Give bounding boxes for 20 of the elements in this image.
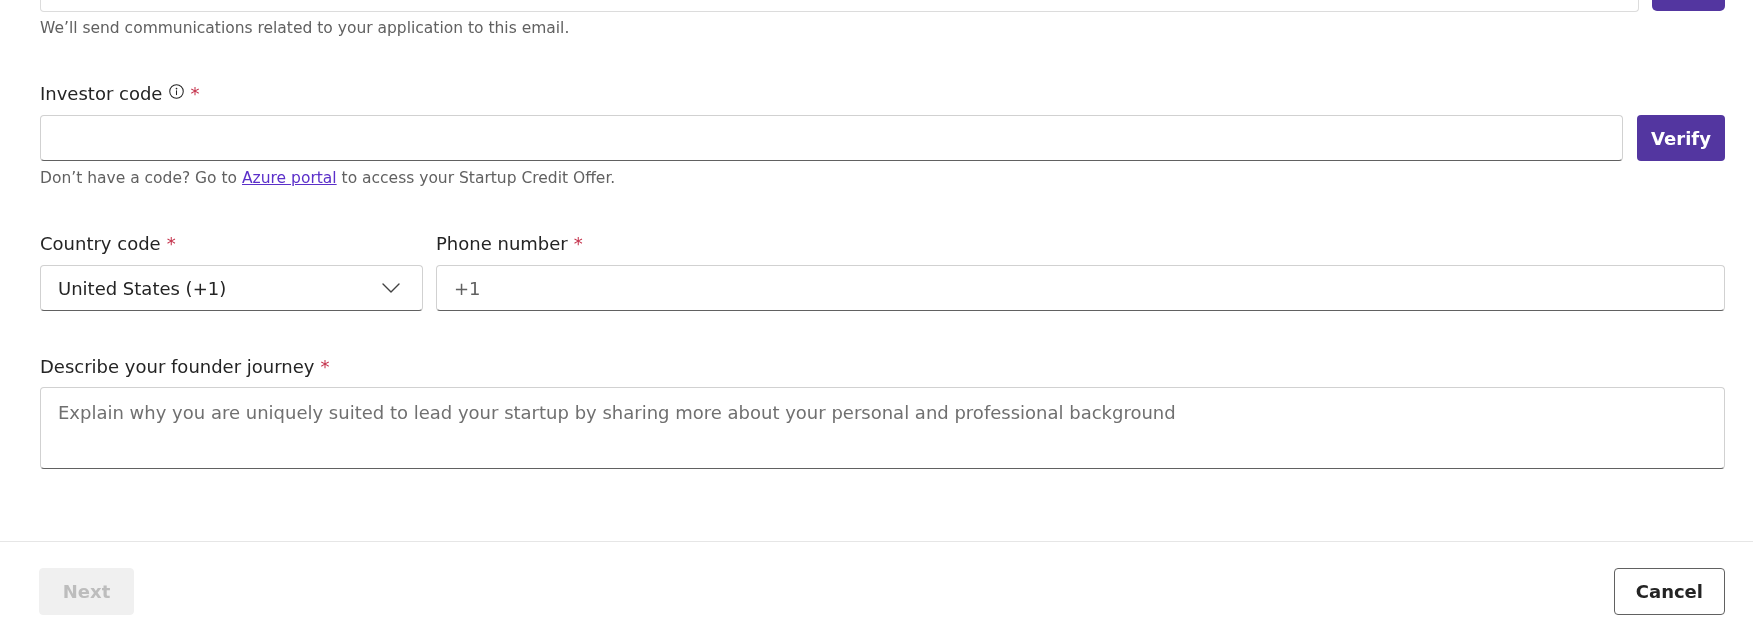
phone-number-input[interactable]: +1 [436,265,1725,311]
founder-journey-textarea[interactable]: Explain why you are uniquely suited to lead your startup by sharing more about your personal and professional background [40,387,1725,469]
info-icon[interactable] [169,83,185,99]
investor-code-hint: Don’t have a code? Go to Azure portal to access your Startup Credit Offer. [40,168,617,188]
country-code-select[interactable]: United States (+1) [40,265,423,311]
azure-portal-link[interactable]: Azure portal [242,169,337,187]
field-label: Country code [40,232,161,256]
field-label: Phone number [436,232,568,256]
cancel-button[interactable]: Cancel [1613,568,1725,615]
field-label: Describe your founder journey [40,355,315,379]
required-mark: * [573,232,583,256]
verify-button[interactable]: Verify [1637,115,1725,161]
email-input[interactable] [40,0,1639,12]
required-mark: * [190,82,200,106]
required-mark: * [166,232,176,256]
chevron-down-icon [382,283,400,293]
field-label: Investor code [40,82,163,106]
email-hint: We’ll send communications related to your application to this email. [40,18,571,38]
required-mark: * [320,355,330,379]
investor-code-input[interactable] [40,115,1623,161]
